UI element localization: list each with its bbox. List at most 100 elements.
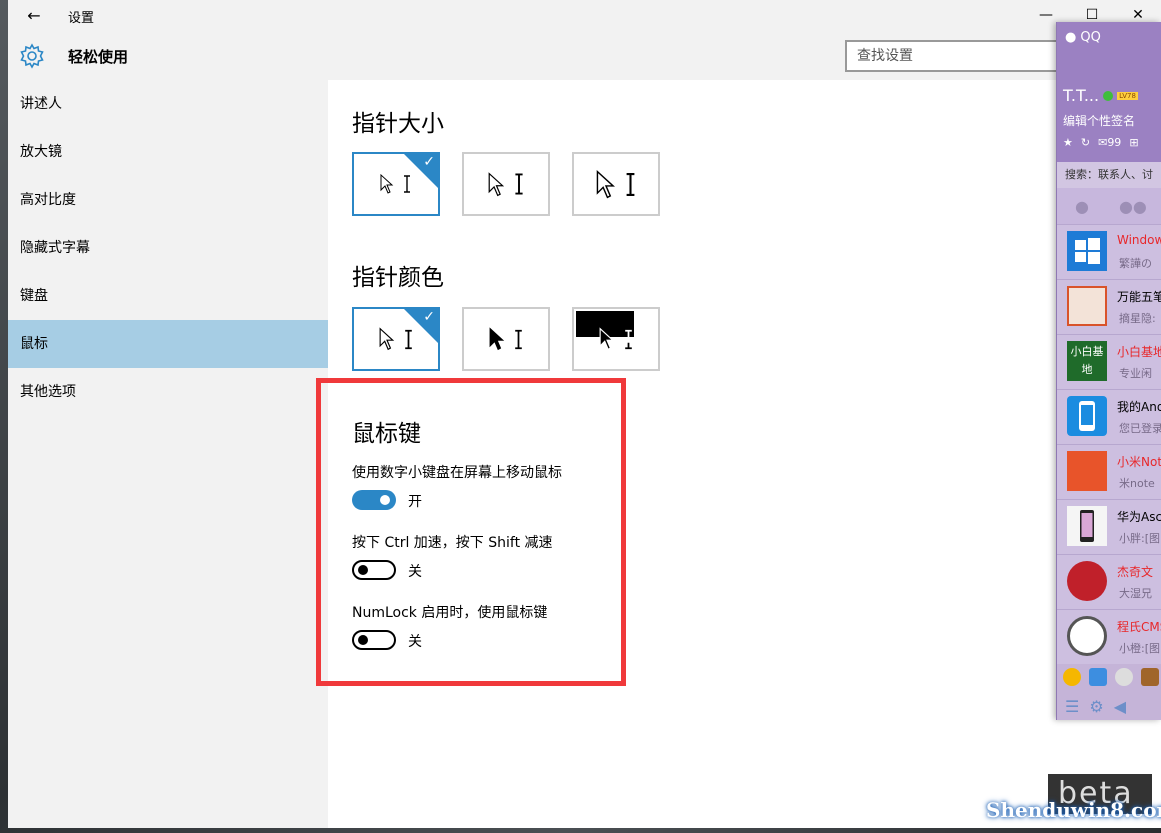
arrow-cursor-icon [596,169,615,198]
qq-contact-signature: 繁譁の [1119,257,1152,270]
refresh-icon[interactable]: ↻ [1081,136,1090,149]
title-bar: ← 设置 — ☐ ✕ 轻松使用 [8,0,1161,80]
window-title: 设置 [68,11,95,26]
qq-contact-signature: 小橙:[图 [1119,642,1160,655]
qq-contact-name: 华为Asc [1117,510,1161,524]
qq-contact-name: 杰奇文 [1117,565,1154,579]
qq-contact[interactable]: 小白基地 小白基地 专业闲 [1057,334,1161,389]
page-title: 轻松使用 [68,48,129,66]
qq-tabs: ● ●● [1057,188,1161,224]
watermark-text: Shenduwin8.com [986,798,1161,822]
qq-panel: ● QQ T.T... LV78 编辑个性签名 ★ ↻ ✉99 ⊞ 搜索：联系人… [1056,22,1161,720]
pointer-size-option-medium[interactable] [462,152,550,216]
xiaobai-avatar-icon: 小白基地 [1067,341,1107,381]
pointer-color-option-black[interactable] [462,307,550,371]
arrow-cursor-icon [489,327,504,351]
numlock-label: NumLock 启用时，使用鼠标键 [352,605,548,621]
numlock-toggle-state: 关 [408,634,422,650]
qq-contact[interactable]: 万能五笔 摘星隐: [1057,279,1161,334]
qq-contact-name: 万能五笔 [1117,290,1161,304]
contacts-tab-icon[interactable]: ● [1075,197,1089,216]
qq-signature[interactable]: 编辑个性签名 [1063,112,1135,129]
qq-level-badge: LV78 [1117,91,1138,100]
arrow-cursor-icon [488,171,504,196]
search-input[interactable] [845,40,1063,72]
qq-contact-name: 我的Andr [1117,400,1161,414]
pointer-color-title: 指针颜色 [352,265,444,291]
pointer-size-options: ✓ [352,152,660,216]
qq-bottom-toolbar: ☰ ⚙ ◀ [1057,692,1161,720]
qq-app-name: QQ [1080,30,1101,45]
qq-contact[interactable]: 程氏CMS 小橙:[图 [1057,609,1161,664]
mail-icon[interactable]: ✉99 [1098,136,1121,149]
qq-contact-signature: 您已登录 [1119,422,1161,435]
sidebar-item-other-options[interactable]: 其他选项 [8,368,328,416]
mouse-keys-setting-label: 使用数字小键盘在屏幕上移动鼠标 [352,465,562,481]
huawei-phone-avatar-icon [1067,506,1107,546]
text-cursor-icon [514,173,523,195]
cms-avatar-icon [1067,616,1107,656]
sidebar-item-high-contrast[interactable]: 高对比度 [8,176,328,224]
hand-avatar-icon [1067,451,1107,491]
app-icon[interactable] [1063,668,1081,686]
mouse-keys-title: 鼠标键 [352,421,421,447]
qq-contact-signature: 专业闲 [1119,367,1152,380]
qq-contact[interactable]: 我的Andr 您已登录 [1057,389,1161,444]
sidebar: 讲述人 放大镜 高对比度 隐藏式字幕 键盘 鼠标 其他选项 [8,80,328,828]
qq-contact-name: 小白基地 [1117,345,1161,359]
check-icon: ✓ [423,309,435,325]
text-cursor-icon [514,329,522,349]
online-status-icon [1103,90,1114,101]
qq-nickname: T.T... [1063,86,1100,105]
speed-modifier-label: 按下 Ctrl 加速，按下 Shift 减速 [352,535,553,551]
qq-nickname-row[interactable]: T.T... LV78 [1063,86,1138,105]
text-cursor-icon [626,172,634,196]
groups-tab-icon[interactable]: ●● [1119,197,1147,216]
qq-contact-signature: 摘星隐: [1119,312,1156,325]
qq-contact-signature: 大湿兄 [1119,587,1152,600]
numlock-toggle[interactable] [352,630,396,650]
qq-contact-name: 程氏CMS [1117,620,1161,634]
pointer-size-option-large[interactable] [572,152,660,216]
pointer-color-option-inverted[interactable] [572,307,660,371]
text-cursor-icon [624,329,632,349]
sidebar-item-magnifier[interactable]: 放大镜 [8,128,328,176]
qq-contact-name: Window [1117,233,1161,247]
back-button[interactable]: ← [22,4,46,28]
qq-contact[interactable]: 小米Note 米note [1057,444,1161,499]
qq-search-input[interactable]: 搜索：联系人、讨 [1057,162,1161,188]
menu-icon[interactable]: ☰ [1065,697,1079,716]
pointer-color-options: ✓ [352,307,660,371]
pointer-size-title: 指针大小 [352,111,444,137]
check-icon: ✓ [423,154,435,170]
arrow-cursor-icon [380,174,394,194]
wubi-avatar-icon [1067,286,1107,326]
qq-toolbar: ★ ↻ ✉99 ⊞ [1063,136,1139,149]
volume-icon[interactable]: ◀ [1114,697,1126,716]
watermark: beta Shenduwin8.com [958,768,1161,828]
mouse-keys-toggle[interactable] [352,490,396,510]
camera-icon[interactable] [1115,668,1133,686]
cart-icon[interactable]: ⊞ [1129,136,1138,149]
qq-header: ● QQ T.T... LV78 编辑个性签名 ★ ↻ ✉99 ⊞ [1057,22,1161,162]
speed-modifier-toggle-state: 关 [408,564,422,580]
pointer-color-option-white[interactable]: ✓ [352,307,440,371]
qq-contact[interactable]: 华为Asc 小胖:[图 [1057,499,1161,554]
speed-modifier-toggle[interactable] [352,560,396,580]
star-icon[interactable]: ★ [1063,136,1073,149]
settings-window: ← 设置 — ☐ ✕ 轻松使用 讲述人 放大镜 高对比度 隐藏式字幕 键盘 鼠标… [8,0,1161,828]
settings-icon[interactable]: ⚙ [1089,697,1103,716]
pointer-size-option-small[interactable]: ✓ [352,152,440,216]
qq-contact[interactable]: 杰奇文 大湿兄 [1057,554,1161,609]
arrow-cursor-icon [599,327,614,351]
toggle-knob [380,495,390,505]
sidebar-item-narrator[interactable]: 讲述人 [8,80,328,128]
arrow-cursor-icon [379,327,394,351]
sidebar-item-keyboard[interactable]: 键盘 [8,272,328,320]
book-icon[interactable] [1141,668,1159,686]
cloud-icon[interactable] [1089,668,1107,686]
qq-contact[interactable]: Window 繁譁の [1057,224,1161,279]
toggle-knob [358,635,368,645]
sidebar-item-mouse[interactable]: 鼠标 [8,320,328,368]
sidebar-item-closed-captions[interactable]: 隐藏式字幕 [8,224,328,272]
